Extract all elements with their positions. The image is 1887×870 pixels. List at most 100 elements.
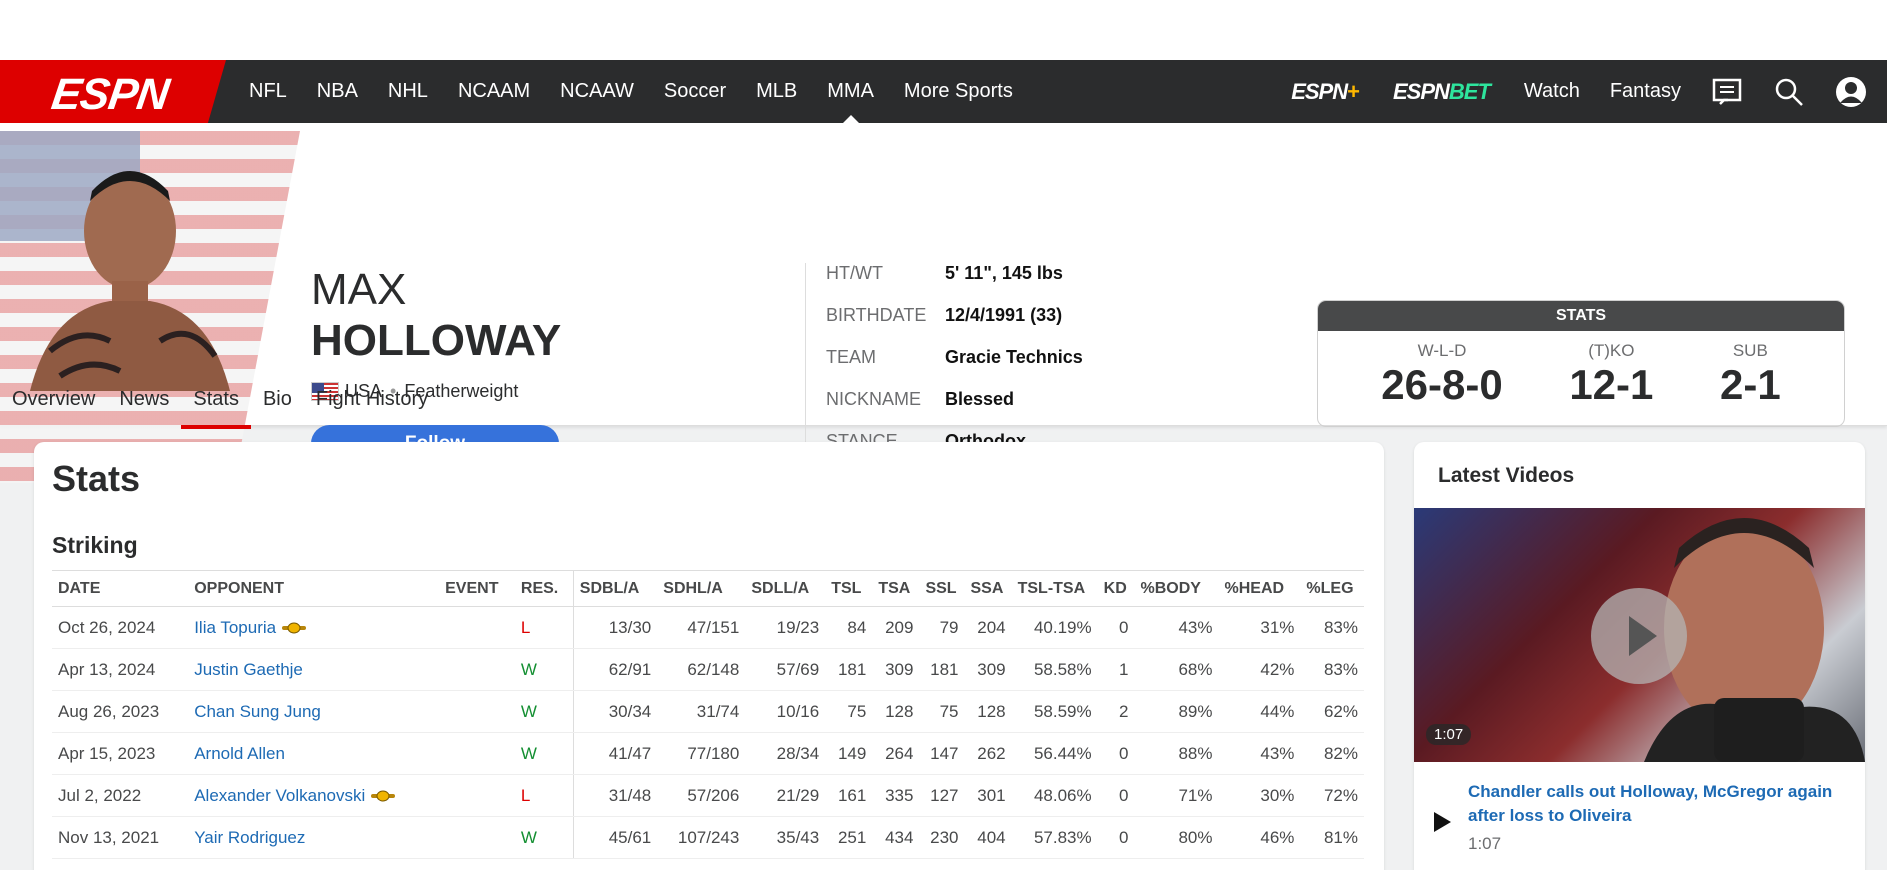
play-button-icon[interactable] [1591, 588, 1687, 684]
stat-cell: 0 [1097, 606, 1135, 649]
bio-value: Blessed [945, 389, 1015, 409]
column-header[interactable]: KD [1097, 570, 1135, 607]
stat-cell: 434 [872, 816, 920, 859]
nav-link-mlb[interactable]: MLB [741, 60, 812, 123]
nav-link-ncaam[interactable]: NCAAM [443, 60, 545, 123]
stat-cell: 89% [1134, 690, 1219, 733]
opponent-link[interactable]: Ilia Topuria [194, 618, 276, 637]
fight-result: W [514, 816, 574, 859]
stat-cell: 30% [1218, 774, 1301, 817]
stat-cell: 71% [1134, 774, 1219, 817]
stat-cell: 44% [1218, 690, 1301, 733]
athlete-headshot [0, 131, 300, 483]
tab-overview[interactable]: Overview [0, 371, 107, 427]
stat-cell: 47/151 [657, 606, 746, 649]
stat-cell: 230 [919, 816, 965, 859]
nav-link-fantasy[interactable]: Fantasy [1610, 80, 1681, 103]
stat-cell: 68% [1134, 648, 1219, 691]
stat-cell: 84 [825, 606, 873, 649]
stat-cell: 82% [1300, 732, 1364, 775]
stat-cell: 309 [964, 648, 1012, 691]
record-stat-value: 2-1 [1719, 361, 1781, 408]
stat-cell: 58.59% [1011, 690, 1098, 733]
stat-cell: 77/180 [657, 732, 746, 775]
bio-row: NICKNAME Blessed [826, 389, 1083, 431]
video-duration-text: 1:07 [1468, 834, 1502, 853]
opponent-cell: Ilia Topuria [188, 606, 440, 649]
espn-logo[interactable]: ESPN [0, 60, 226, 123]
tab-stats[interactable]: Stats [181, 371, 251, 429]
stat-cell: 13/30 [573, 606, 658, 649]
opponent-link[interactable]: Chan Sung Jung [194, 702, 321, 721]
opponent-cell: Justin Gaethje [188, 648, 440, 691]
fight-event [439, 690, 515, 733]
espn-plus-wordmark: ESPN [1291, 78, 1348, 104]
stat-cell: 21/29 [745, 774, 826, 817]
column-header[interactable]: SSL [919, 570, 965, 607]
record-stat-label: SUB [1732, 341, 1768, 360]
nav-link-nfl[interactable]: NFL [234, 60, 302, 123]
profile-icon[interactable] [1835, 76, 1867, 108]
nav-link-ncaaw[interactable]: NCAAW [545, 60, 649, 123]
play-icon[interactable] [1434, 812, 1451, 832]
top-navigation: ESPN NFL NBA NHL NCAAM NCAAW Soccer MLB … [0, 60, 1887, 123]
column-header[interactable]: OPPONENT [188, 570, 440, 607]
column-header[interactable]: TSL [825, 570, 873, 607]
stat-cell: 83% [1300, 606, 1364, 649]
stat-cell: 161 [825, 774, 873, 817]
record-stat-label: W-L-D [1417, 341, 1467, 360]
stat-cell: 72% [1300, 774, 1364, 817]
top-whitespace [0, 0, 1887, 60]
opponent-link[interactable]: Alexander Volkanovski [194, 786, 365, 805]
nav-link-more-sports[interactable]: More Sports [889, 60, 1028, 123]
opponent-link[interactable]: Yair Rodriguez [194, 828, 305, 847]
column-header[interactable]: %LEG [1300, 570, 1364, 607]
nav-link-nhl[interactable]: NHL [373, 60, 443, 123]
stat-cell: 19/23 [745, 606, 826, 649]
record-stats-columns: W-L-D 26-8-0 (T)KO 12-1 SUB 2-1 [1318, 331, 1844, 409]
tab-fight-history[interactable]: Fight History [304, 371, 440, 427]
latest-videos-title: Latest Videos [1438, 464, 1575, 487]
column-header[interactable]: EVENT [439, 570, 515, 607]
fight-date: Jul 2, 2022 [52, 774, 189, 817]
column-header[interactable]: %BODY [1134, 570, 1219, 607]
record-stat-label: (T)KO [1588, 341, 1635, 360]
tab-bio[interactable]: Bio [251, 371, 304, 427]
nav-link-watch[interactable]: Watch [1524, 80, 1580, 103]
espn-bet-link[interactable]: ESPNBET [1392, 78, 1491, 105]
espn-plus-link[interactable]: ESPN+ [1291, 78, 1360, 105]
table-row: Oct 26, 2024 Ilia Topuria L 13/30 47/151 19/2… [52, 606, 1364, 649]
column-header[interactable]: SDLL/A [745, 570, 826, 607]
fight-date: Nov 13, 2021 [52, 816, 189, 859]
column-header[interactable]: %HEAD [1218, 570, 1301, 607]
column-header[interactable]: TSL-TSA [1011, 570, 1098, 607]
espn-plus-mark: + [1347, 78, 1360, 104]
column-header[interactable]: SDBL/A [573, 570, 658, 607]
fight-date: Aug 26, 2023 [52, 690, 189, 733]
opponent-link[interactable]: Arnold Allen [194, 744, 285, 763]
video-thumbnail[interactable]: 1:07 [1414, 508, 1865, 762]
stat-cell: 128 [964, 690, 1012, 733]
fight-event [439, 606, 515, 649]
scores-icon[interactable] [1711, 76, 1743, 108]
nav-link-soccer[interactable]: Soccer [649, 60, 741, 123]
tab-news[interactable]: News [107, 371, 181, 427]
fight-result: W [514, 732, 574, 775]
table-row: Nov 13, 2021 Yair Rodriguez W 45/61 107/243 3… [52, 816, 1364, 859]
column-header[interactable]: DATE [52, 570, 189, 607]
search-icon[interactable] [1773, 76, 1805, 108]
column-header[interactable]: TSA [872, 570, 920, 607]
stat-cell: 62/148 [657, 648, 746, 691]
opponent-link[interactable]: Justin Gaethje [194, 660, 303, 679]
espn-bet-wordmark: ESPN [1392, 78, 1450, 104]
stat-cell: 262 [964, 732, 1012, 775]
column-header[interactable]: SSA [964, 570, 1012, 607]
record-stat: (T)KO 12-1 [1569, 341, 1653, 409]
stat-cell: 57/206 [657, 774, 746, 817]
column-header[interactable]: SDHL/A [657, 570, 746, 607]
stat-cell: 57.83% [1011, 816, 1098, 859]
nav-link-nba[interactable]: NBA [302, 60, 373, 123]
column-header[interactable]: RES. [514, 570, 574, 607]
video-headline-link[interactable]: Chandler calls out Holloway, McGregor ag… [1468, 780, 1848, 828]
nav-link-mma[interactable]: MMA [812, 60, 889, 123]
